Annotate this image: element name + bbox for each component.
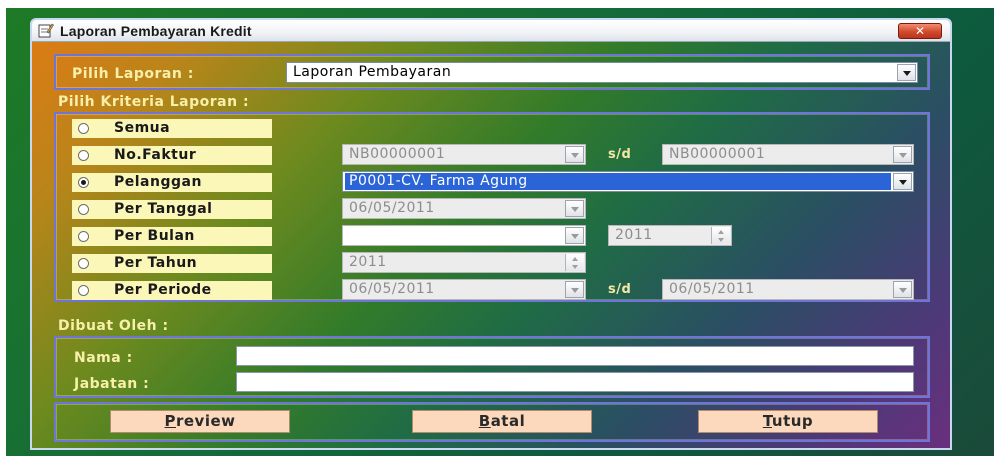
chevron-down-icon[interactable]	[565, 227, 584, 244]
tutup-hotkey: T	[762, 412, 772, 430]
radio-label: Per Tahun	[114, 255, 198, 271]
faktur-to-select[interactable]: NB00000001	[662, 144, 914, 165]
radio-no-faktur[interactable]: No.Faktur	[72, 146, 272, 165]
pelanggan-select[interactable]: P0001-CV. Farma Agung	[342, 171, 914, 192]
report-type-value: Laporan Pembayaran	[293, 64, 452, 80]
report-type-select[interactable]: Laporan Pembayaran	[286, 62, 918, 83]
tahun-spinner[interactable]: 2011	[342, 252, 586, 273]
chevron-down-icon[interactable]	[893, 146, 912, 163]
radio-label: No.Faktur	[114, 147, 197, 163]
radio-per-tahun[interactable]: Per Tahun	[72, 254, 272, 273]
radio-button-selected[interactable]	[78, 177, 89, 188]
report-type-label: Pilih Laporan :	[72, 66, 194, 82]
spinner-arrows-icon[interactable]	[565, 254, 584, 271]
bulan-year-value: 2011	[615, 227, 653, 243]
radio-button[interactable]	[78, 231, 89, 242]
periode-from-picker[interactable]: 06/05/2011	[342, 279, 586, 300]
preview-hotkey: P	[164, 412, 176, 430]
tanggal-value: 06/05/2011	[349, 200, 435, 216]
tahun-value: 2011	[349, 254, 387, 270]
tanggal-picker[interactable]: 06/05/2011	[342, 198, 586, 219]
radio-label: Per Tanggal	[114, 201, 213, 217]
radio-per-periode[interactable]: Per Periode	[72, 281, 272, 300]
faktur-from-value: NB00000001	[349, 146, 446, 162]
jabatan-input[interactable]	[236, 372, 914, 392]
chevron-down-icon[interactable]	[893, 173, 912, 190]
radio-label: Pelanggan	[114, 174, 202, 190]
periode-to-picker[interactable]: 06/05/2011	[662, 279, 914, 300]
bulan-picker[interactable]	[342, 225, 586, 246]
radio-button[interactable]	[78, 150, 89, 161]
chevron-down-icon[interactable]	[893, 281, 912, 298]
bulan-year-spinner[interactable]: 2011	[608, 225, 732, 246]
created-by-label: Dibuat Oleh :	[58, 318, 169, 334]
radio-button[interactable]	[78, 285, 89, 296]
periode-to-value: 06/05/2011	[669, 281, 755, 297]
criteria-label: Pilih Kriteria Laporan :	[58, 94, 250, 110]
faktur-to-value: NB00000001	[669, 146, 766, 162]
radio-per-tanggal[interactable]: Per Tanggal	[72, 200, 272, 219]
periode-from-value: 06/05/2011	[349, 281, 435, 297]
radio-button[interactable]	[78, 204, 89, 215]
jabatan-label: Jabatan :	[74, 376, 150, 392]
radio-label: Per Bulan	[114, 228, 195, 244]
chevron-down-icon[interactable]	[565, 200, 584, 217]
range-separator: s/d	[608, 282, 632, 297]
close-icon: ✕	[914, 24, 926, 38]
pelanggan-value: P0001-CV. Farma Agung	[345, 173, 891, 190]
chevron-down-icon[interactable]	[565, 281, 584, 298]
nama-label: Nama :	[74, 350, 133, 366]
tutup-label: utup	[771, 412, 814, 430]
batal-label: atal	[490, 412, 526, 430]
report-dialog: Laporan Pembayaran Kredit ✕ Pilih Lapora…	[30, 18, 952, 450]
title-bar: Laporan Pembayaran Kredit ✕	[32, 20, 950, 42]
radio-label: Semua	[114, 120, 171, 136]
form-icon	[38, 23, 54, 38]
radio-semua[interactable]: Semua	[72, 119, 272, 138]
nama-input[interactable]	[236, 346, 914, 366]
chevron-down-icon[interactable]	[565, 146, 584, 163]
preview-button[interactable]: Preview	[110, 410, 290, 433]
range-separator: s/d	[608, 147, 632, 162]
batal-hotkey: B	[478, 412, 491, 430]
radio-pelanggan[interactable]: Pelanggan	[72, 173, 272, 192]
chevron-down-icon[interactable]	[897, 64, 916, 81]
radio-per-bulan[interactable]: Per Bulan	[72, 227, 272, 246]
radio-button[interactable]	[78, 258, 89, 269]
faktur-from-select[interactable]: NB00000001	[342, 144, 586, 165]
close-button[interactable]: ✕	[898, 23, 942, 39]
batal-button[interactable]: Batal	[412, 410, 592, 433]
radio-button[interactable]	[78, 123, 89, 134]
spinner-arrows-icon[interactable]	[711, 227, 730, 244]
preview-label: review	[175, 412, 236, 430]
window-title: Laporan Pembayaran Kredit	[60, 23, 252, 39]
radio-label: Per Periode	[114, 282, 212, 298]
tutup-button[interactable]: Tutup	[698, 410, 878, 433]
